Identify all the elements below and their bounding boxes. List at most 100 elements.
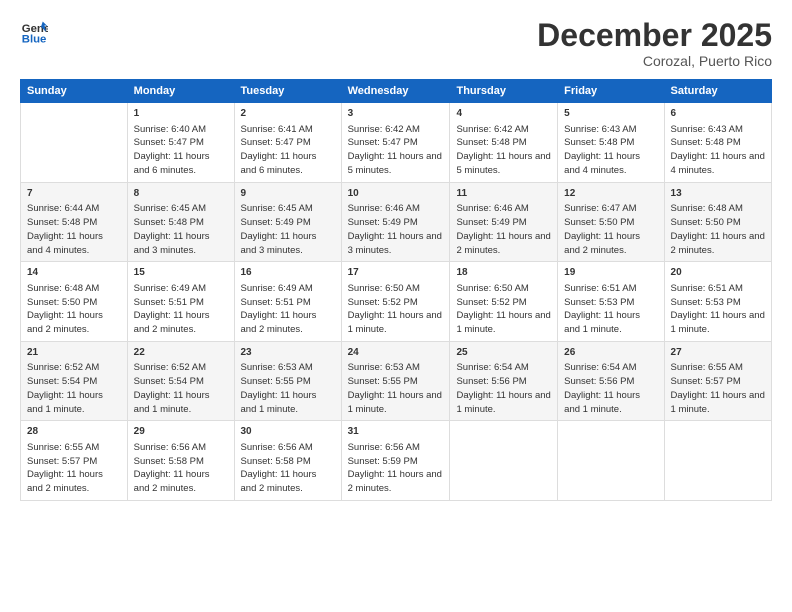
cell-2-2: 16 Sunrise: 6:49 AM Sunset: 5:51 PM Dayl… <box>234 262 341 342</box>
cell-1-0: 7 Sunrise: 6:44 AM Sunset: 5:48 PM Dayli… <box>21 182 128 262</box>
sunset-text: Sunset: 5:56 PM <box>564 376 634 387</box>
cell-3-0: 21 Sunrise: 6:52 AM Sunset: 5:54 PM Dayl… <box>21 341 128 421</box>
daylight-text: Daylight: 11 hours and 1 minute. <box>671 310 765 335</box>
daylight-text: Daylight: 11 hours and 2 minutes. <box>134 310 210 335</box>
sunrise-text: Sunrise: 6:49 AM <box>241 283 313 294</box>
cell-2-3: 17 Sunrise: 6:50 AM Sunset: 5:52 PM Dayl… <box>341 262 450 342</box>
cell-0-3: 3 Sunrise: 6:42 AM Sunset: 5:47 PM Dayli… <box>341 103 450 183</box>
sunrise-text: Sunrise: 6:42 AM <box>348 124 420 135</box>
daylight-text: Daylight: 11 hours and 2 minutes. <box>348 469 442 494</box>
cell-2-6: 20 Sunrise: 6:51 AM Sunset: 5:53 PM Dayl… <box>664 262 771 342</box>
sunrise-text: Sunrise: 6:52 AM <box>27 362 99 373</box>
sunrise-text: Sunrise: 6:46 AM <box>456 203 528 214</box>
cell-4-3: 31 Sunrise: 6:56 AM Sunset: 5:59 PM Dayl… <box>341 421 450 501</box>
header: General Blue December 2025 Corozal, Puer… <box>20 18 772 69</box>
sunrise-text: Sunrise: 6:45 AM <box>134 203 206 214</box>
month-title: December 2025 <box>537 18 772 53</box>
sunrise-text: Sunrise: 6:40 AM <box>134 124 206 135</box>
sunset-text: Sunset: 5:48 PM <box>134 217 204 228</box>
daylight-text: Daylight: 11 hours and 1 minute. <box>134 390 210 415</box>
cell-1-2: 9 Sunrise: 6:45 AM Sunset: 5:49 PM Dayli… <box>234 182 341 262</box>
sunrise-text: Sunrise: 6:56 AM <box>134 442 206 453</box>
sunset-text: Sunset: 5:47 PM <box>348 137 418 148</box>
daylight-text: Daylight: 11 hours and 2 minutes. <box>564 231 640 256</box>
cell-4-4 <box>450 421 558 501</box>
sunset-text: Sunset: 5:58 PM <box>134 456 204 467</box>
cell-3-2: 23 Sunrise: 6:53 AM Sunset: 5:55 PM Dayl… <box>234 341 341 421</box>
cell-3-4: 25 Sunrise: 6:54 AM Sunset: 5:56 PM Dayl… <box>450 341 558 421</box>
sunset-text: Sunset: 5:56 PM <box>456 376 526 387</box>
sunset-text: Sunset: 5:48 PM <box>564 137 634 148</box>
cell-0-1: 1 Sunrise: 6:40 AM Sunset: 5:47 PM Dayli… <box>127 103 234 183</box>
day-number: 22 <box>134 346 228 361</box>
sunset-text: Sunset: 5:49 PM <box>348 217 418 228</box>
header-sunday: Sunday <box>21 80 128 103</box>
sunset-text: Sunset: 5:54 PM <box>27 376 97 387</box>
day-number: 24 <box>348 346 444 361</box>
daylight-text: Daylight: 11 hours and 3 minutes. <box>241 231 317 256</box>
sunrise-text: Sunrise: 6:52 AM <box>134 362 206 373</box>
day-number: 18 <box>456 266 551 281</box>
day-number: 8 <box>134 187 228 202</box>
day-number: 5 <box>564 107 657 122</box>
header-saturday: Saturday <box>664 80 771 103</box>
sunrise-text: Sunrise: 6:53 AM <box>348 362 420 373</box>
daylight-text: Daylight: 11 hours and 2 minutes. <box>241 469 317 494</box>
sunrise-text: Sunrise: 6:46 AM <box>348 203 420 214</box>
sunrise-text: Sunrise: 6:48 AM <box>671 203 743 214</box>
day-number: 4 <box>456 107 551 122</box>
sunrise-text: Sunrise: 6:41 AM <box>241 124 313 135</box>
day-number: 11 <box>456 187 551 202</box>
week-row-4: 28 Sunrise: 6:55 AM Sunset: 5:57 PM Dayl… <box>21 421 772 501</box>
day-number: 7 <box>27 187 121 202</box>
cell-4-5 <box>558 421 664 501</box>
sunset-text: Sunset: 5:59 PM <box>348 456 418 467</box>
day-number: 30 <box>241 425 335 440</box>
day-number: 6 <box>671 107 765 122</box>
sunrise-text: Sunrise: 6:53 AM <box>241 362 313 373</box>
sunset-text: Sunset: 5:49 PM <box>241 217 311 228</box>
day-number: 3 <box>348 107 444 122</box>
header-friday: Friday <box>558 80 664 103</box>
sunrise-text: Sunrise: 6:43 AM <box>671 124 743 135</box>
sunset-text: Sunset: 5:50 PM <box>671 217 741 228</box>
sunset-text: Sunset: 5:52 PM <box>456 297 526 308</box>
sunset-text: Sunset: 5:57 PM <box>27 456 97 467</box>
day-number: 20 <box>671 266 765 281</box>
day-number: 23 <box>241 346 335 361</box>
cell-2-4: 18 Sunrise: 6:50 AM Sunset: 5:52 PM Dayl… <box>450 262 558 342</box>
sunrise-text: Sunrise: 6:42 AM <box>456 124 528 135</box>
week-row-2: 14 Sunrise: 6:48 AM Sunset: 5:50 PM Dayl… <box>21 262 772 342</box>
sunset-text: Sunset: 5:58 PM <box>241 456 311 467</box>
header-thursday: Thursday <box>450 80 558 103</box>
cell-1-5: 12 Sunrise: 6:47 AM Sunset: 5:50 PM Dayl… <box>558 182 664 262</box>
cell-2-0: 14 Sunrise: 6:48 AM Sunset: 5:50 PM Dayl… <box>21 262 128 342</box>
cell-3-6: 27 Sunrise: 6:55 AM Sunset: 5:57 PM Dayl… <box>664 341 771 421</box>
daylight-text: Daylight: 11 hours and 4 minutes. <box>671 151 765 176</box>
header-monday: Monday <box>127 80 234 103</box>
cell-0-4: 4 Sunrise: 6:42 AM Sunset: 5:48 PM Dayli… <box>450 103 558 183</box>
day-number: 9 <box>241 187 335 202</box>
calendar-table: Sunday Monday Tuesday Wednesday Thursday… <box>20 79 772 501</box>
sunrise-text: Sunrise: 6:44 AM <box>27 203 99 214</box>
day-number: 31 <box>348 425 444 440</box>
daylight-text: Daylight: 11 hours and 2 minutes. <box>241 310 317 335</box>
daylight-text: Daylight: 11 hours and 6 minutes. <box>134 151 210 176</box>
cell-0-2: 2 Sunrise: 6:41 AM Sunset: 5:47 PM Dayli… <box>234 103 341 183</box>
daylight-text: Daylight: 11 hours and 5 minutes. <box>348 151 442 176</box>
sunrise-text: Sunrise: 6:50 AM <box>456 283 528 294</box>
sunrise-text: Sunrise: 6:50 AM <box>348 283 420 294</box>
sunrise-text: Sunrise: 6:49 AM <box>134 283 206 294</box>
cell-4-2: 30 Sunrise: 6:56 AM Sunset: 5:58 PM Dayl… <box>234 421 341 501</box>
logo: General Blue <box>20 18 48 46</box>
cell-3-1: 22 Sunrise: 6:52 AM Sunset: 5:54 PM Dayl… <box>127 341 234 421</box>
daylight-text: Daylight: 11 hours and 1 minute. <box>348 390 442 415</box>
sunset-text: Sunset: 5:57 PM <box>671 376 741 387</box>
daylight-text: Daylight: 11 hours and 1 minute. <box>241 390 317 415</box>
sunset-text: Sunset: 5:48 PM <box>456 137 526 148</box>
sunset-text: Sunset: 5:54 PM <box>134 376 204 387</box>
sunset-text: Sunset: 5:51 PM <box>134 297 204 308</box>
sunrise-text: Sunrise: 6:56 AM <box>348 442 420 453</box>
cell-1-1: 8 Sunrise: 6:45 AM Sunset: 5:48 PM Dayli… <box>127 182 234 262</box>
cell-0-5: 5 Sunrise: 6:43 AM Sunset: 5:48 PM Dayli… <box>558 103 664 183</box>
